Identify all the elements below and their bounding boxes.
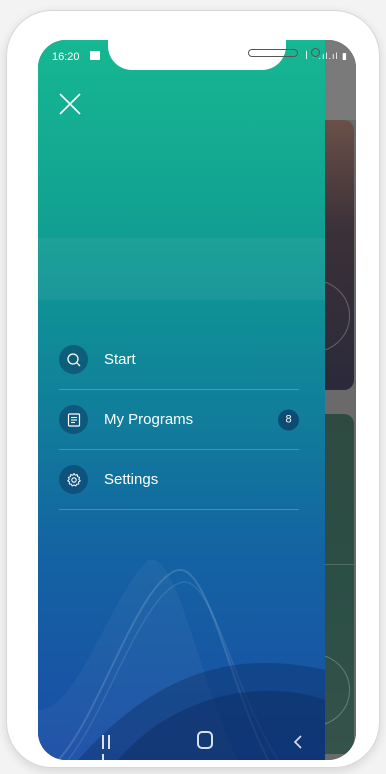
speaker-icon bbox=[248, 49, 298, 57]
phone-frame: Start My Programs 8 Settings 16:20 ꟾ 𝄈 .… bbox=[6, 10, 380, 768]
camera-icon bbox=[311, 48, 320, 57]
menu-item-settings[interactable]: Settings bbox=[59, 450, 299, 510]
system-nav-bar bbox=[38, 720, 356, 760]
drawer-menu: Start My Programs 8 Settings bbox=[59, 330, 299, 510]
phone-screen: Start My Programs 8 Settings 16:20 ꟾ 𝄈 .… bbox=[38, 40, 356, 760]
status-time: 16:20 bbox=[52, 51, 80, 63]
menu-item-my-programs[interactable]: My Programs 8 bbox=[59, 390, 299, 450]
camera-notch bbox=[108, 40, 320, 70]
home-icon[interactable] bbox=[197, 731, 213, 749]
image-notification-icon bbox=[90, 51, 100, 60]
back-icon[interactable] bbox=[293, 735, 303, 749]
search-icon bbox=[59, 345, 88, 374]
header-band bbox=[38, 238, 325, 300]
gear-icon bbox=[59, 465, 88, 494]
menu-item-label: My Programs bbox=[104, 411, 194, 428]
menu-item-label: Start bbox=[104, 351, 136, 368]
list-icon bbox=[59, 405, 88, 434]
menu-item-label: Settings bbox=[104, 471, 159, 488]
navigation-drawer: Start My Programs 8 Settings bbox=[38, 40, 325, 760]
count-badge: 8 bbox=[278, 409, 299, 430]
recents-icon[interactable] bbox=[102, 735, 118, 760]
menu-item-start[interactable]: Start bbox=[59, 330, 299, 390]
close-icon[interactable] bbox=[56, 90, 84, 118]
